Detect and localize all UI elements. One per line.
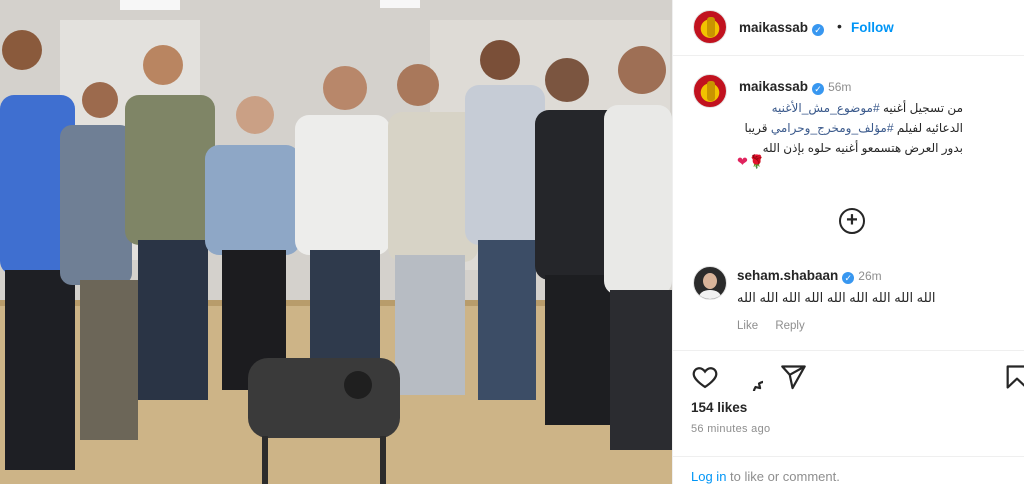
login-prompt: Log in to like or comment. <box>673 456 1024 484</box>
verified-badge-icon: ✓ <box>812 83 825 95</box>
commenter-avatar[interactable] <box>693 266 727 300</box>
share-icon[interactable] <box>779 363 807 391</box>
comment-actions: Like Reply <box>737 320 819 332</box>
caption-time: 56m <box>828 80 852 94</box>
commenter-username: seham.shabaan ✓ 26m <box>737 268 882 284</box>
author-username-text[interactable]: maikassab <box>739 20 808 35</box>
caption-line-1-text: من تسجيل أغنيه <box>879 101 963 115</box>
caption-text: من تسجيل أغنيه #موضوع_مش_الأغنيه الدعائي… <box>733 98 963 158</box>
load-more-comments-button[interactable]: + <box>839 208 865 234</box>
group-photo-illustration <box>0 0 672 484</box>
login-link[interactable]: Log in <box>691 469 726 484</box>
comment-text: الله الله الله الله الله الله الله الله … <box>737 290 936 305</box>
login-prompt-text: to like or comment. <box>726 469 840 484</box>
follow-button[interactable]: Follow <box>851 20 894 35</box>
caption-username-text[interactable]: maikassab <box>739 79 808 94</box>
comment-icon[interactable] <box>735 363 778 406</box>
heart-icon[interactable] <box>691 363 719 391</box>
comment-reply-button[interactable]: Reply <box>775 320 804 332</box>
caption-line-2: الدعائيه لفيلم #مؤلف_ومخرج_وحرامي قريبا <box>733 118 963 138</box>
comment-time: 26m <box>858 269 882 283</box>
caption-line-2-text: الدعائيه لفيلم <box>893 121 963 135</box>
post-time-ago: 56 minutes ago <box>691 423 771 435</box>
author-avatar[interactable] <box>693 10 727 44</box>
likes-count[interactable]: 154 likes <box>691 400 747 415</box>
caption-line-1: من تسجيل أغنيه #موضوع_مش_الأغنيه <box>733 98 963 118</box>
verified-badge-icon: ✓ <box>842 272 855 284</box>
hashtag-link[interactable]: #موضوع_مش_الأغنيه <box>772 101 880 115</box>
post-header: maikassab ✓ • Follow <box>673 0 1024 56</box>
caption-avatar[interactable] <box>693 74 727 108</box>
caption-emoji: ❤🌹 <box>737 154 767 169</box>
comment-like-button[interactable]: Like <box>737 320 758 332</box>
author-username[interactable]: maikassab ✓ <box>739 20 825 36</box>
caption-username: maikassab ✓ 56m <box>739 78 851 96</box>
post-side-panel: maikassab ✓ • Follow maikassab ✓ 56m من تسج… <box>672 0 1024 484</box>
commenter-username-text[interactable]: seham.shabaan <box>737 268 838 283</box>
post-actions-bar <box>673 350 1024 406</box>
post-photo <box>0 0 672 484</box>
header-separator: • <box>837 18 842 34</box>
caption-line-3: بدور العرض هتسمعو أغنيه حلوه بإذن الله <box>762 141 963 155</box>
verified-badge-icon: ✓ <box>812 24 825 36</box>
hashtag-link[interactable]: #مؤلف_ومخرج_وحرامي <box>771 121 894 135</box>
bookmark-icon[interactable] <box>1003 363 1024 391</box>
caption-line-2-end: قريبا <box>744 121 771 135</box>
